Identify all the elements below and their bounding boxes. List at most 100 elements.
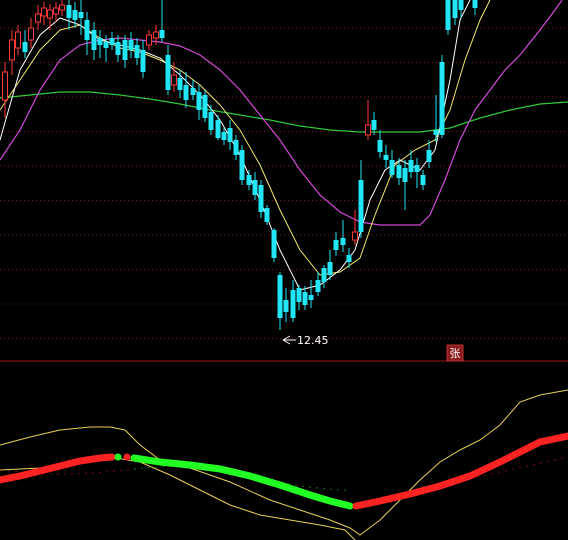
indicator-dot xyxy=(526,465,528,467)
candle xyxy=(97,30,103,58)
indicator-trend-red-left xyxy=(0,453,116,484)
candle xyxy=(115,35,121,62)
indicator-dot xyxy=(78,473,80,475)
candle xyxy=(165,45,171,95)
indicator-panel xyxy=(0,389,568,540)
indicator-trend-red-right xyxy=(352,432,568,510)
indicator-dot xyxy=(519,466,521,469)
candle xyxy=(15,25,21,55)
indicator-dot xyxy=(498,471,500,473)
candle xyxy=(290,280,296,322)
indicator-turn-dot-red xyxy=(123,453,131,461)
candle xyxy=(109,32,115,50)
indicator-dot xyxy=(155,466,157,468)
ma-mid-line xyxy=(0,0,491,276)
indicator-dot xyxy=(106,471,108,473)
candle xyxy=(215,115,221,140)
candle xyxy=(53,2,59,22)
indicator-dot xyxy=(127,469,129,471)
rise-badge[interactable]: 张 xyxy=(446,344,464,362)
indicator-dot xyxy=(50,473,52,475)
candle xyxy=(9,30,15,75)
indicator-dot xyxy=(512,468,514,470)
candle xyxy=(365,100,371,140)
candle xyxy=(327,250,333,280)
ma-longest-line xyxy=(0,91,568,133)
low-price-label: 12.45 xyxy=(297,334,329,347)
candle xyxy=(233,135,239,160)
candle xyxy=(315,272,321,296)
candle xyxy=(59,0,65,16)
indicator-dot xyxy=(99,471,101,474)
candle xyxy=(28,18,34,48)
indicator-dot xyxy=(92,472,94,474)
indicator-turn-dot-green xyxy=(114,453,122,461)
candle xyxy=(321,265,327,288)
indicator-dot xyxy=(316,487,318,489)
indicator-dot xyxy=(134,468,136,470)
indicator-dot xyxy=(1,469,3,471)
indicator-dot xyxy=(302,485,304,487)
candle xyxy=(420,170,426,190)
candle xyxy=(239,145,245,185)
indicator-dot xyxy=(540,462,542,464)
indicator-dot xyxy=(15,470,17,473)
rise-badge-label: 张 xyxy=(450,347,461,360)
indicator-dot xyxy=(71,473,73,475)
candle xyxy=(84,12,90,55)
candle xyxy=(128,32,134,58)
candle xyxy=(402,160,408,210)
candle xyxy=(134,38,140,65)
candle xyxy=(252,172,258,200)
indicator-dot xyxy=(120,469,122,472)
candle xyxy=(47,4,53,30)
price-grid xyxy=(0,27,568,339)
candle xyxy=(352,210,358,245)
indicator-dot xyxy=(491,473,493,475)
candle xyxy=(264,205,270,225)
indicator-dot xyxy=(323,488,325,490)
candle xyxy=(439,55,445,138)
candle xyxy=(283,288,289,322)
indicator-dot xyxy=(295,484,297,486)
candle xyxy=(271,228,277,262)
indicator-dot xyxy=(337,489,339,491)
candle xyxy=(383,145,389,168)
candle xyxy=(414,158,420,188)
candle xyxy=(296,285,302,310)
candle xyxy=(35,5,41,30)
candle xyxy=(389,150,395,178)
indicator-trend-green xyxy=(130,454,354,510)
indicator-dot xyxy=(113,470,115,472)
indicator-dot xyxy=(57,473,59,475)
indicator-dot xyxy=(484,474,486,476)
candle xyxy=(340,220,346,252)
candle xyxy=(22,30,28,58)
stock-chart[interactable]: 12.45 张 xyxy=(0,0,568,540)
indicator-dot xyxy=(148,467,150,469)
indicator-dot xyxy=(505,470,507,472)
candle xyxy=(358,160,364,238)
indicator-dot xyxy=(8,470,10,472)
indicator-dot xyxy=(533,463,535,466)
candle xyxy=(433,95,439,142)
candle xyxy=(202,90,208,122)
candle xyxy=(258,180,264,218)
candle xyxy=(277,272,283,330)
candle xyxy=(227,120,233,150)
ma-long-line xyxy=(0,0,563,226)
candle xyxy=(41,2,47,25)
indicator-dot xyxy=(330,488,332,491)
indicator-dot xyxy=(64,473,66,475)
indicator-dot xyxy=(162,466,164,468)
candle xyxy=(122,35,128,68)
moving-average-lines xyxy=(0,0,568,291)
indicator-dot xyxy=(85,472,87,474)
candle xyxy=(2,62,8,118)
candle xyxy=(333,232,339,256)
indicator-dot xyxy=(561,457,563,460)
low-price-annotation: 12.45 xyxy=(282,334,329,347)
candle xyxy=(177,70,183,98)
candle xyxy=(196,85,202,120)
candle xyxy=(183,72,189,108)
